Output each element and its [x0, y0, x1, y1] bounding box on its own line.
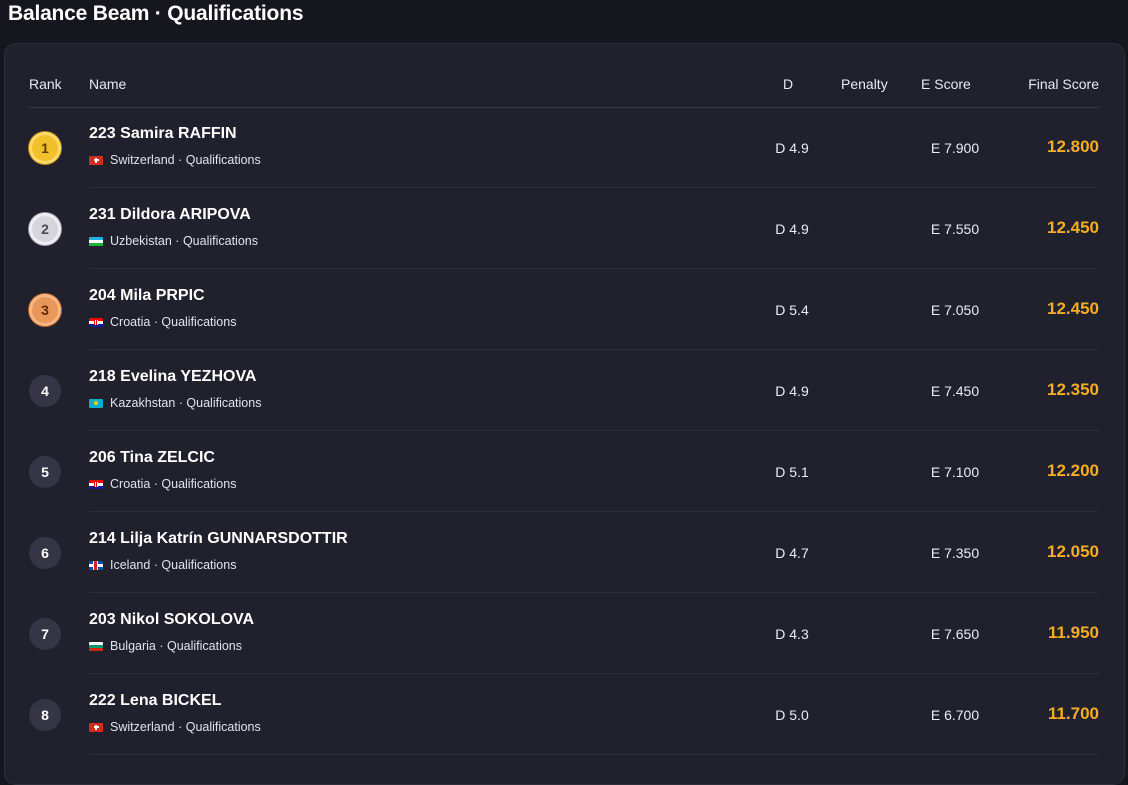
athlete-subtitle: Bulgaria · Qualifications: [110, 639, 243, 653]
athlete-meta: Switzerland · Qualifications: [89, 153, 261, 167]
final-score: 12.050: [1047, 542, 1099, 561]
header-penalty[interactable]: Penalty: [841, 76, 888, 92]
difficulty-score: D 4.9: [775, 221, 809, 237]
execution-score: E 7.450: [930, 383, 980, 399]
table-row[interactable]: 5 206 Tina ZELCIC Croatia · Qualificatio…: [29, 432, 1099, 512]
difficulty-score: D 4.9: [775, 140, 809, 156]
rank-badge: 8: [29, 699, 61, 731]
silver-medal-icon: 2: [29, 213, 61, 245]
execution-score: E 7.900: [930, 140, 980, 156]
final-score: 11.700: [1047, 704, 1099, 723]
athlete-name[interactable]: 223 Samira RAFFIN: [89, 125, 237, 143]
athlete-subtitle: Uzbekistan · Qualifications: [110, 234, 258, 248]
execution-score: E 7.100: [930, 464, 980, 480]
athlete-name[interactable]: 206 Tina ZELCIC: [89, 449, 215, 467]
difficulty-score: D 4.3: [775, 626, 809, 642]
athlete-meta: Croatia · Qualifications: [89, 477, 236, 491]
gold-medal-icon: 1: [29, 132, 61, 164]
difficulty-score: D 5.1: [775, 464, 809, 480]
athlete-meta: Kazakhstan · Qualifications: [89, 396, 261, 410]
athlete-subtitle: Iceland · Qualifications: [110, 558, 237, 572]
athlete-name[interactable]: 218 Evelina YEZHOVA: [89, 368, 256, 386]
final-score: 12.450: [1047, 299, 1099, 318]
execution-score: E 7.650: [930, 626, 980, 642]
table-row[interactable]: 1 223 Samira RAFFIN Switzerland · Qualif…: [29, 108, 1099, 188]
bronze-medal-icon: 3: [29, 294, 61, 326]
table-row[interactable]: 8 222 Lena BICKEL Switzerland · Qualific…: [29, 675, 1099, 755]
row-divider: [89, 754, 1099, 755]
row-divider: [89, 187, 1099, 188]
table-row[interactable]: 4 218 Evelina YEZHOVA Kazakhstan · Quali…: [29, 351, 1099, 431]
table-header: Rank Name D Penalty E Score Final Score: [29, 64, 1099, 108]
final-score: 12.350: [1047, 380, 1099, 399]
final-score: 12.200: [1047, 461, 1099, 480]
row-divider: [89, 673, 1099, 674]
difficulty-score: D 5.4: [775, 302, 809, 318]
switzerland-flag-icon: [89, 155, 103, 165]
athlete-subtitle: Switzerland · Qualifications: [110, 153, 261, 167]
athlete-subtitle: Switzerland · Qualifications: [110, 720, 261, 734]
header-rank[interactable]: Rank: [29, 76, 62, 92]
athlete-name[interactable]: 231 Dildora ARIPOVA: [89, 206, 251, 224]
row-divider: [89, 268, 1099, 269]
rank-badge: 4: [29, 375, 61, 407]
rank-badge: 5: [29, 456, 61, 488]
difficulty-score: D 4.9: [775, 383, 809, 399]
uzbekistan-flag-icon: [89, 236, 103, 246]
bulgaria-flag-icon: [89, 641, 103, 651]
difficulty-score: D 4.7: [775, 545, 809, 561]
execution-score: E 7.550: [930, 221, 980, 237]
athlete-subtitle: Croatia · Qualifications: [110, 315, 237, 329]
results-table: Rank Name D Penalty E Score Final Score …: [4, 43, 1125, 785]
athlete-name[interactable]: 204 Mila PRPIC: [89, 287, 205, 305]
croatia-flag-icon: [89, 479, 103, 489]
athlete-subtitle: Croatia · Qualifications: [110, 477, 237, 491]
table-row[interactable]: 3 204 Mila PRPIC Croatia · Qualification…: [29, 270, 1099, 350]
athlete-subtitle: Kazakhstan · Qualifications: [110, 396, 262, 410]
athlete-meta: Switzerland · Qualifications: [89, 720, 261, 734]
row-divider: [89, 349, 1099, 350]
athlete-name[interactable]: 214 Lilja Katrín GUNNARSDOTTIR: [89, 530, 348, 548]
kazakhstan-flag-icon: [89, 398, 103, 408]
final-score: 11.950: [1047, 623, 1099, 642]
difficulty-score: D 5.0: [775, 707, 809, 723]
header-d[interactable]: D: [783, 76, 793, 92]
execution-score: E 7.050: [930, 302, 980, 318]
page-title: Balance Beam · Qualifications: [8, 2, 304, 25]
athlete-meta: Iceland · Qualifications: [89, 558, 236, 572]
rank-badge: 7: [29, 618, 61, 650]
row-divider: [89, 592, 1099, 593]
athlete-meta: Uzbekistan · Qualifications: [89, 234, 258, 248]
header-name[interactable]: Name: [89, 76, 126, 92]
athlete-meta: Croatia · Qualifications: [89, 315, 236, 329]
athlete-meta: Bulgaria · Qualifications: [89, 639, 242, 653]
execution-score: E 6.700: [930, 707, 980, 723]
iceland-flag-icon: [89, 560, 103, 570]
execution-score: E 7.350: [930, 545, 980, 561]
table-row[interactable]: 6 214 Lilja Katrín GUNNARSDOTTIR Iceland…: [29, 513, 1099, 593]
final-score: 12.800: [1047, 137, 1099, 156]
table-row[interactable]: 7 203 Nikol SOKOLOVA Bulgaria · Qualific…: [29, 594, 1099, 674]
row-divider: [89, 511, 1099, 512]
switzerland-flag-icon: [89, 722, 103, 732]
croatia-flag-icon: [89, 317, 103, 327]
header-final-score[interactable]: Final Score: [1028, 76, 1099, 92]
athlete-name[interactable]: 222 Lena BICKEL: [89, 692, 221, 710]
table-row[interactable]: 2 231 Dildora ARIPOVA Uzbekistan · Quali…: [29, 189, 1099, 269]
final-score: 12.450: [1047, 218, 1099, 237]
row-divider: [89, 430, 1099, 431]
rank-badge: 6: [29, 537, 61, 569]
athlete-name[interactable]: 203 Nikol SOKOLOVA: [89, 611, 254, 629]
header-e-score[interactable]: E Score: [921, 76, 971, 92]
